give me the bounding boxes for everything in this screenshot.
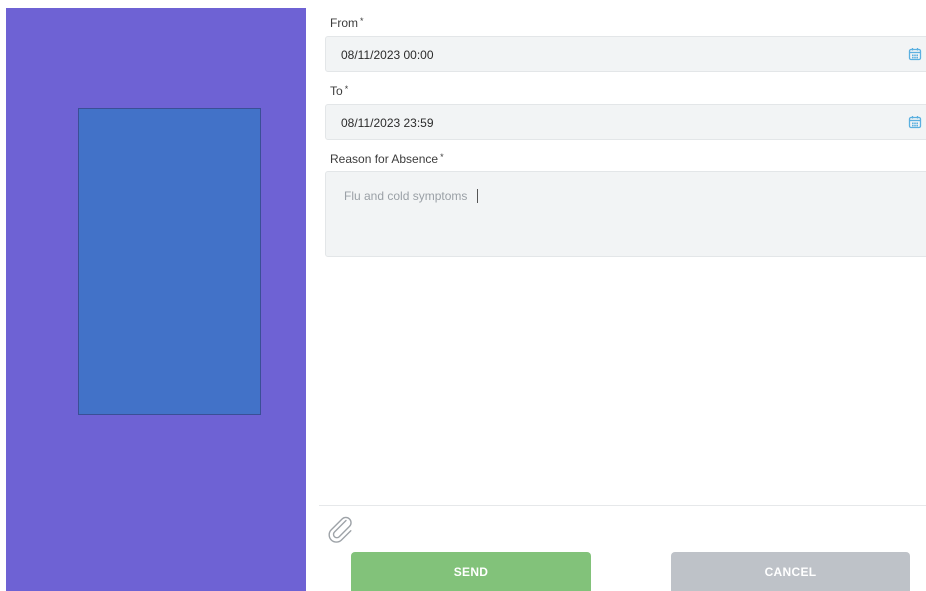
to-date-value: 08/11/2023 23:59 <box>341 116 434 130</box>
to-label-text: To <box>330 84 343 98</box>
reason-value-text: Flu and cold symptoms <box>344 189 468 203</box>
text-caret <box>477 189 479 203</box>
preview-card <box>78 108 261 415</box>
to-date-field[interactable]: 08/11/2023 23:59 <box>325 104 926 140</box>
absence-request-screen: From * 08/11/2023 00:00 To * 08/11/2023 23… <box>0 0 926 591</box>
reason-value: Flu and cold symptoms <box>344 189 479 203</box>
to-label: To * <box>330 84 348 98</box>
from-label: From * <box>330 16 364 30</box>
reason-label: Reason for Absence * <box>330 152 444 166</box>
calendar-icon[interactable] <box>908 47 922 61</box>
paperclip-icon[interactable] <box>325 514 355 544</box>
from-date-value: 08/11/2023 00:00 <box>341 48 434 62</box>
footer-divider <box>319 505 926 506</box>
calendar-icon[interactable] <box>908 115 922 129</box>
to-required-mark: * <box>344 84 349 94</box>
from-label-text: From <box>330 16 358 30</box>
from-date-field[interactable]: 08/11/2023 00:00 <box>325 36 926 72</box>
reason-required-mark: * <box>440 152 444 162</box>
from-required-mark: * <box>360 16 364 26</box>
send-button[interactable]: SEND <box>351 552 591 591</box>
cancel-button[interactable]: CANCEL <box>671 552 910 591</box>
left-preview-panel <box>6 8 306 591</box>
reason-textarea[interactable]: Flu and cold symptoms <box>325 171 926 257</box>
absence-form: From * 08/11/2023 00:00 To * 08/11/2023 23… <box>319 0 926 591</box>
reason-label-text: Reason for Absence <box>330 152 439 166</box>
